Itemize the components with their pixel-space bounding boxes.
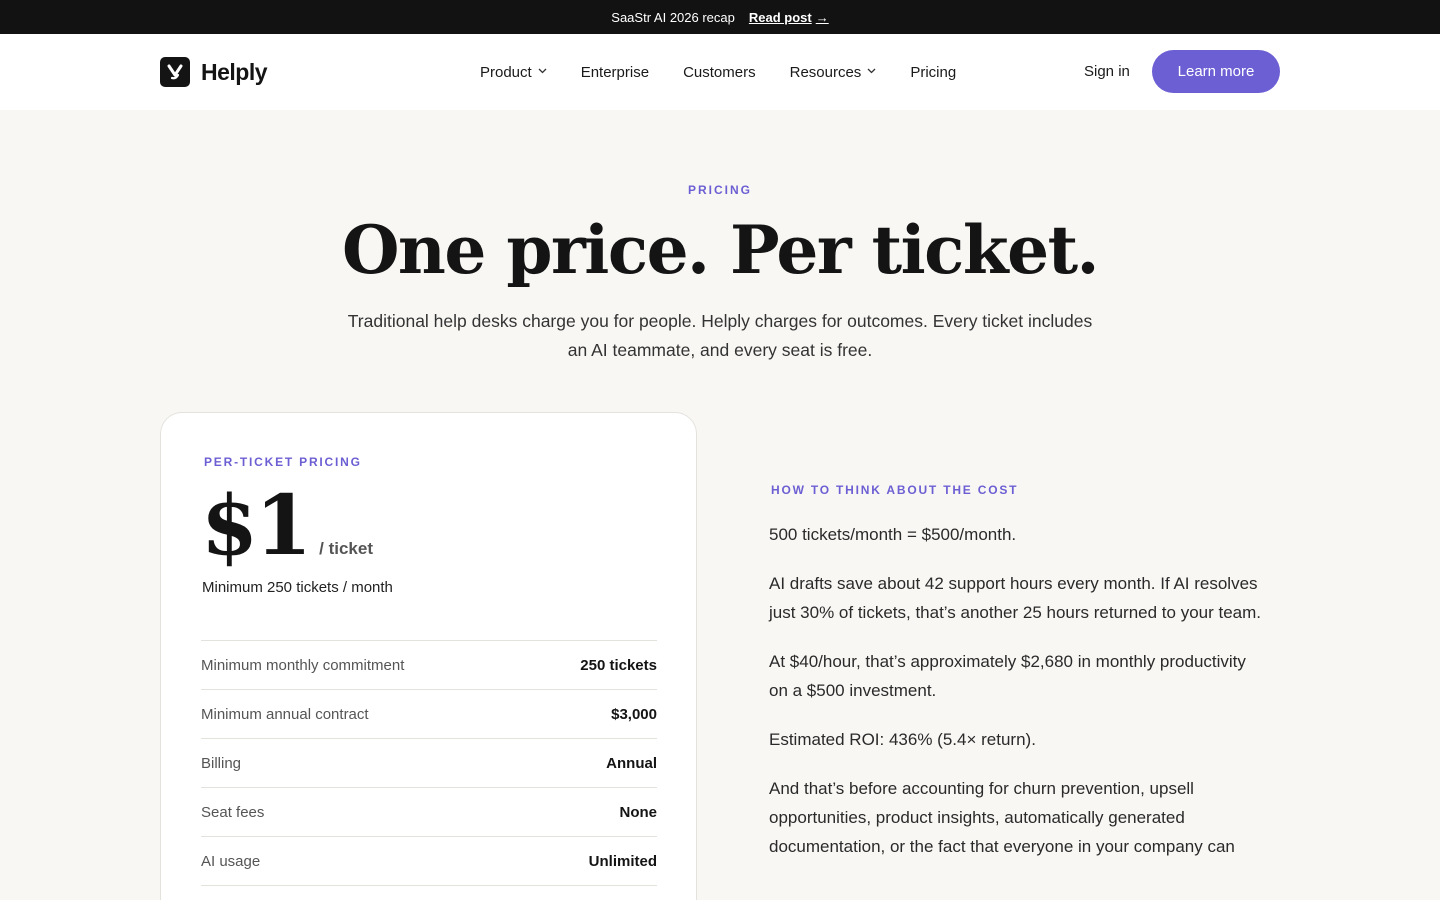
price-amount: $1 [201, 478, 312, 574]
announcement-text: SaaStr AI 2026 recap [611, 9, 735, 25]
cost-paragraph: At $40/hour, that’s approximately $2,680… [769, 652, 1246, 700]
cost-paragraph: AI drafts save about 42 support hours ev… [769, 574, 1262, 622]
cost-eyebrow: HOW TO THINK ABOUT THE COST [771, 483, 1019, 497]
detail-value: 250 tickets [580, 656, 657, 674]
detail-label: Minimum annual contract [201, 705, 369, 723]
cost-paragraph: 500 tickets/month = $500/month. [769, 525, 1017, 544]
cost-explanation: 500 tickets/month = $500/month. AI draft… [769, 520, 1269, 881]
price-minimum: Minimum 250 tickets / month [202, 579, 393, 596]
read-post-link[interactable]: Read post → [749, 10, 829, 25]
price-unit: / ticket [319, 539, 373, 558]
detail-label: Seat fees [201, 803, 265, 821]
detail-value: $3,000 [611, 705, 657, 723]
nav-label: Resources [789, 63, 862, 81]
nav-label: Pricing [910, 63, 957, 81]
sign-in-link[interactable]: Sign in [1084, 63, 1130, 80]
learn-more-button[interactable]: Learn more [1152, 50, 1280, 93]
nav-item-pricing[interactable]: Pricing [910, 64, 956, 81]
pricing-card: PER-TICKET PRICING $1 / ticket Minimum 2… [160, 412, 697, 900]
price-row: $1 / ticket [201, 483, 373, 569]
read-post-label: Read post [748, 9, 812, 25]
pricing-details-list: Minimum monthly commitment 250 tickets M… [201, 640, 657, 886]
page-title: One price. Per ticket. [341, 211, 1100, 289]
detail-value: None [619, 803, 658, 821]
chevron-down-icon [538, 66, 547, 76]
detail-row: Minimum monthly commitment 250 tickets [201, 641, 657, 690]
detail-row: Seat fees None [201, 788, 657, 837]
detail-row: Billing Annual [201, 739, 657, 788]
nav-item-product[interactable]: Product [480, 64, 547, 81]
brand-name: Helply [201, 58, 268, 85]
chevron-down-icon [867, 66, 876, 76]
site-header: Helply Product Enterprise Customers Reso… [0, 34, 1440, 110]
brand-logo[interactable]: Helply [160, 57, 268, 87]
nav-label: Product [480, 63, 532, 81]
pricing-eyebrow: PRICING [687, 183, 752, 197]
detail-label: Billing [201, 754, 242, 772]
helply-logo-icon [160, 57, 190, 87]
detail-value: Annual [606, 754, 657, 772]
card-eyebrow: PER-TICKET PRICING [204, 455, 362, 469]
cost-paragraph: Estimated ROI: 436% (5.4× return). [769, 730, 1036, 749]
nav-item-customers[interactable]: Customers [683, 64, 756, 81]
hero-subtitle: Traditional help desks charge you for pe… [347, 311, 1093, 360]
cost-paragraph: And that’s before accounting for churn p… [769, 779, 1235, 856]
detail-label: AI usage [201, 852, 261, 870]
detail-row: AI usage Unlimited [201, 837, 657, 886]
detail-label: Minimum monthly commitment [201, 656, 405, 674]
main-nav: Product Enterprise Customers Resources P… [480, 34, 956, 110]
nav-label: Enterprise [580, 63, 650, 81]
announcement-bar: SaaStr AI 2026 recap Read post → [0, 0, 1440, 34]
detail-value: Unlimited [588, 852, 657, 870]
detail-row: Minimum annual contract $3,000 [201, 690, 657, 739]
arrow-right-icon: → [815, 9, 829, 25]
nav-item-enterprise[interactable]: Enterprise [581, 64, 649, 81]
nav-item-resources[interactable]: Resources [790, 64, 877, 81]
nav-label: Customers [683, 63, 756, 81]
